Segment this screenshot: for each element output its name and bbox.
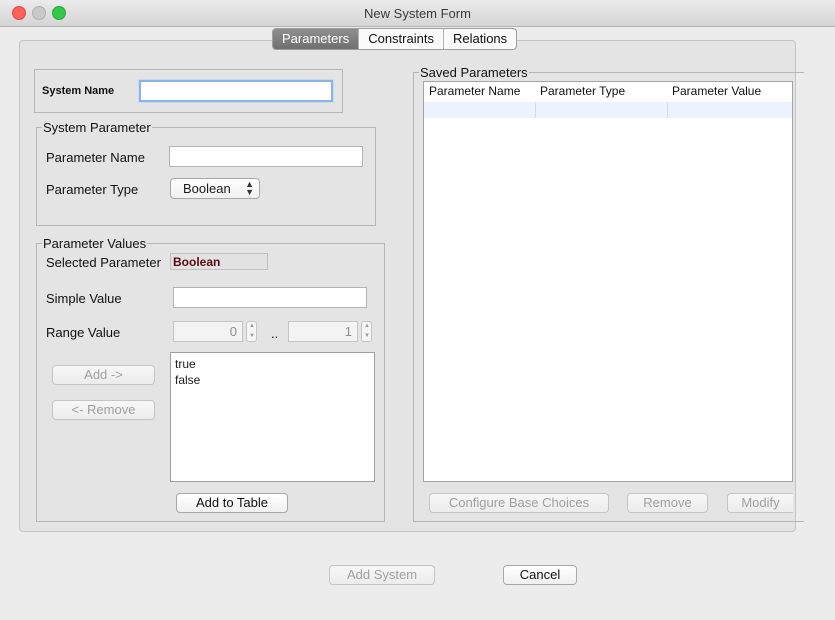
range-to-value: 1 bbox=[344, 324, 352, 339]
select-arrows-icon: ▲ ▼ bbox=[245, 179, 254, 197]
stepper-up-icon: ▲ bbox=[364, 323, 370, 329]
cancel-button[interactable]: Cancel bbox=[503, 565, 577, 585]
table-cell bbox=[424, 102, 536, 118]
window-title: New System Form bbox=[364, 6, 471, 21]
parameter-name-label: Parameter Name bbox=[46, 150, 145, 165]
configure-base-choices-button[interactable]: Configure Base Choices bbox=[429, 493, 609, 513]
range-separator: .. bbox=[271, 326, 279, 341]
range-from-value: 0 bbox=[229, 324, 237, 339]
range-from-stepper[interactable]: ▲ ▼ bbox=[246, 321, 257, 342]
list-item[interactable]: true bbox=[171, 356, 374, 372]
list-item[interactable]: false bbox=[171, 372, 374, 388]
add-to-table-button[interactable]: Add to Table bbox=[176, 493, 288, 513]
selected-parameter-label: Selected Parameter bbox=[46, 255, 161, 270]
tab-parameters[interactable]: Parameters bbox=[273, 29, 360, 49]
remove-parameter-button[interactable]: Remove bbox=[627, 493, 708, 513]
range-value-label: Range Value bbox=[46, 325, 121, 340]
parameter-type-label: Parameter Type bbox=[46, 182, 139, 197]
parameter-type-select[interactable]: Boolean ▲ ▼ bbox=[170, 178, 260, 199]
remove-value-button[interactable]: <- Remove bbox=[52, 400, 155, 420]
stepper-down-icon: ▼ bbox=[249, 333, 255, 339]
title-bar[interactable]: New System Form bbox=[0, 0, 835, 27]
simple-value-label: Simple Value bbox=[46, 291, 122, 306]
saved-parameters-legend: Saved Parameters bbox=[420, 65, 528, 80]
window: New System Form Parameters Constraints R… bbox=[0, 0, 835, 620]
range-to-spinner[interactable]: 1 bbox=[288, 321, 358, 342]
stepper-down-icon: ▼ bbox=[364, 333, 370, 339]
range-from-spinner[interactable]: 0 bbox=[173, 321, 243, 342]
stepper-up-icon: ▲ bbox=[249, 323, 255, 329]
saved-parameters-table[interactable]: Parameter Name Parameter Type Parameter … bbox=[423, 81, 793, 482]
simple-value-input[interactable] bbox=[173, 287, 367, 308]
system-name-label: System Name bbox=[42, 85, 115, 97]
parameter-type-value: Boolean bbox=[183, 181, 231, 196]
table-row[interactable] bbox=[424, 102, 792, 118]
selected-parameter-value: Boolean bbox=[173, 255, 221, 269]
values-list[interactable]: true false bbox=[170, 352, 375, 482]
selected-parameter-display: Boolean bbox=[170, 253, 268, 270]
add-system-button[interactable]: Add System bbox=[329, 565, 435, 585]
add-value-button[interactable]: Add -> bbox=[52, 365, 155, 385]
range-to-stepper[interactable]: ▲ ▼ bbox=[361, 321, 372, 342]
system-parameter-group: System Parameter bbox=[36, 120, 376, 226]
modify-parameter-button[interactable]: Modify bbox=[727, 493, 793, 513]
parameter-values-legend: Parameter Values bbox=[43, 236, 147, 251]
tab-relations[interactable]: Relations bbox=[444, 29, 516, 49]
column-parameter-name[interactable]: Parameter Name bbox=[429, 84, 520, 98]
system-parameter-legend: System Parameter bbox=[43, 120, 151, 135]
table-header: Parameter Name Parameter Type Parameter … bbox=[424, 82, 792, 103]
parameter-name-input[interactable] bbox=[169, 146, 363, 167]
system-name-input[interactable] bbox=[139, 80, 333, 102]
column-parameter-value[interactable]: Parameter Value bbox=[672, 84, 761, 98]
tab-bar: Parameters Constraints Relations bbox=[272, 28, 518, 50]
column-parameter-type[interactable]: Parameter Type bbox=[540, 84, 625, 98]
table-cell bbox=[536, 102, 668, 118]
tab-constraints[interactable]: Constraints bbox=[359, 29, 444, 49]
